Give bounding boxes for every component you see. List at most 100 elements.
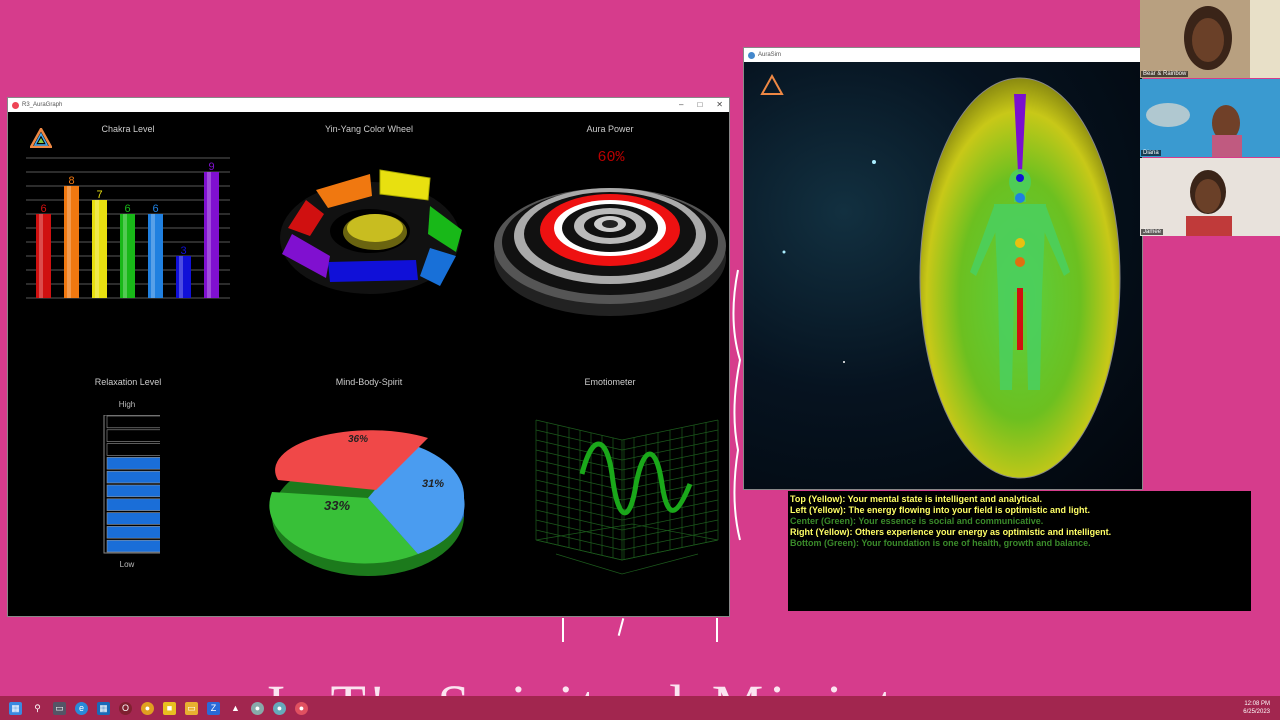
taskbar: ▦ ⚲ ▭ e ▦ O ● ■ ▭ Z ▲ ● ● ● 12:08 PM 6/2…	[0, 696, 1280, 720]
relaxation-gauge	[103, 415, 160, 554]
participant-video	[1140, 0, 1280, 78]
system-clock[interactable]: 12:08 PM 6/25/2023	[1243, 700, 1270, 716]
edge-icon[interactable]: e	[75, 701, 88, 715]
participant-video	[1140, 158, 1280, 236]
app-icon	[748, 51, 755, 59]
gauge-segment	[106, 470, 160, 484]
participant-tile[interactable]: Bear & Rainbow	[1140, 0, 1280, 78]
decor-curves	[732, 269, 742, 541]
aurasim-window: AuraSim	[743, 47, 1143, 490]
grid-line	[535, 499, 623, 521]
grid-line	[535, 489, 623, 511]
chakra-bar-highlight	[95, 200, 99, 298]
app-icon	[12, 101, 19, 109]
grid-line	[535, 419, 623, 441]
chakra-solar	[1015, 238, 1025, 248]
yinyang-color-wheel	[280, 169, 462, 294]
pie-label-36: 36%	[348, 434, 368, 445]
aura-power-title: Aura Power	[586, 124, 634, 134]
opera-icon[interactable]: O	[119, 701, 132, 715]
chakra-bar-highlight	[207, 172, 211, 298]
chakra-bar	[36, 214, 51, 298]
relaxation-low-label: Low	[119, 560, 135, 569]
chakra-bar-highlight	[179, 256, 183, 298]
chakra-bar-highlight	[67, 186, 71, 298]
participant-video	[1140, 79, 1280, 157]
file-explorer-icon[interactable]: ▭	[185, 701, 198, 715]
gauge-segment	[106, 539, 160, 553]
chakra-bar-label: 6	[124, 203, 130, 215]
minimize-icon[interactable]: –	[679, 100, 683, 109]
grid-line	[535, 479, 623, 501]
grid-line	[535, 429, 623, 451]
window-title: AuraSim	[758, 52, 782, 58]
prism-app-icon[interactable]: ▲	[229, 702, 242, 715]
relaxation-high-label: High	[118, 400, 136, 409]
app-icon[interactable]: ●	[251, 701, 264, 715]
decor-line	[562, 618, 564, 642]
gauge-segment	[106, 429, 160, 442]
yinyang-title: Yin-Yang Color Wheel	[324, 124, 414, 134]
mind-body-spirit-title: Mind-Body-Spirit	[335, 377, 403, 387]
gauge-segment	[106, 484, 160, 498]
prism-logo-icon	[760, 73, 784, 95]
aura-reading-panel: Top (Yellow): Your mental state is intel…	[788, 491, 1251, 611]
chakra-bar-label: 9	[208, 161, 214, 173]
participant-name: Jamee	[1141, 229, 1164, 235]
grid-floor	[555, 553, 699, 575]
pie-label-31: 31%	[422, 478, 444, 490]
participant-tile[interactable]: Jamee	[1140, 158, 1280, 236]
chakra-crown	[1016, 174, 1024, 182]
grid-line	[535, 519, 623, 541]
task-view-icon[interactable]: ▭	[53, 701, 66, 715]
participant-tile[interactable]: Diana	[1140, 79, 1280, 157]
grid-line	[535, 509, 623, 531]
chrome-icon[interactable]: ●	[141, 701, 154, 715]
chakra-bar-label: 6	[152, 203, 158, 215]
auragraph-titlebar[interactable]: R3_AuraGraph – □ ✕	[8, 98, 729, 112]
store-icon[interactable]: ▦	[97, 701, 110, 715]
chakra-bar-highlight	[39, 214, 43, 298]
decor-line	[716, 618, 718, 642]
search-icon[interactable]: ⚲	[31, 702, 44, 715]
chakra-bar-highlight	[151, 214, 155, 298]
chakra-bar	[92, 200, 107, 298]
root-beam	[1017, 288, 1023, 350]
chakra-level-title: Chakra Level	[101, 124, 155, 134]
chakra-bar-label: 7	[96, 189, 102, 201]
windows-start-icon[interactable]: ▦	[9, 701, 22, 715]
aura-reading-top: Top (Yellow): Your mental state is intel…	[790, 494, 1043, 504]
chakra-bar-label: 3	[180, 245, 186, 257]
zoom-icon[interactable]: Z	[207, 701, 220, 715]
gauge-segment	[106, 498, 160, 511]
aura-reading-right: Right (Yellow): Others experience your e…	[790, 527, 1112, 537]
chakra-bar-chart: 6 8 7 6 6 3 9	[26, 157, 230, 299]
mind-body-spirit-pie: 36% 31% 33%	[269, 430, 465, 576]
chakra-bar	[148, 214, 163, 298]
app-icon[interactable]: ●	[295, 701, 308, 715]
gauge-segment	[106, 526, 160, 539]
aurasim-titlebar[interactable]: AuraSim	[744, 48, 1142, 62]
participant-name: Diana	[1141, 150, 1161, 156]
app-icon[interactable]: ●	[273, 701, 286, 715]
chakra-bar-label: 8	[68, 175, 74, 187]
grid-line	[535, 469, 623, 491]
gauge-segment	[106, 415, 160, 429]
window-title: R3_AuraGraph	[22, 102, 63, 108]
emotiometer-chart	[535, 419, 719, 575]
participant-name: Bear & Rainbow	[1141, 71, 1189, 77]
chakra-bar-label: 6	[40, 203, 46, 215]
close-icon[interactable]: ✕	[716, 100, 723, 109]
maximize-icon[interactable]: □	[697, 100, 702, 109]
aura-reading-bottom: Bottom (Green): Your foundation is one o…	[790, 538, 1091, 548]
clock-date: 6/25/2023	[1243, 709, 1270, 715]
relaxation-title: Relaxation Level	[94, 377, 162, 387]
chakra-throat	[1015, 193, 1025, 203]
grid-floor	[535, 523, 719, 561]
chakra-sacral	[1015, 257, 1025, 267]
gauge-segment	[106, 512, 160, 525]
sticky-notes-icon[interactable]: ■	[163, 701, 176, 715]
chakra-bar	[120, 214, 135, 298]
chakra-bar-highlight	[123, 214, 127, 298]
emotiometer-title: Emotiometer	[584, 377, 636, 387]
